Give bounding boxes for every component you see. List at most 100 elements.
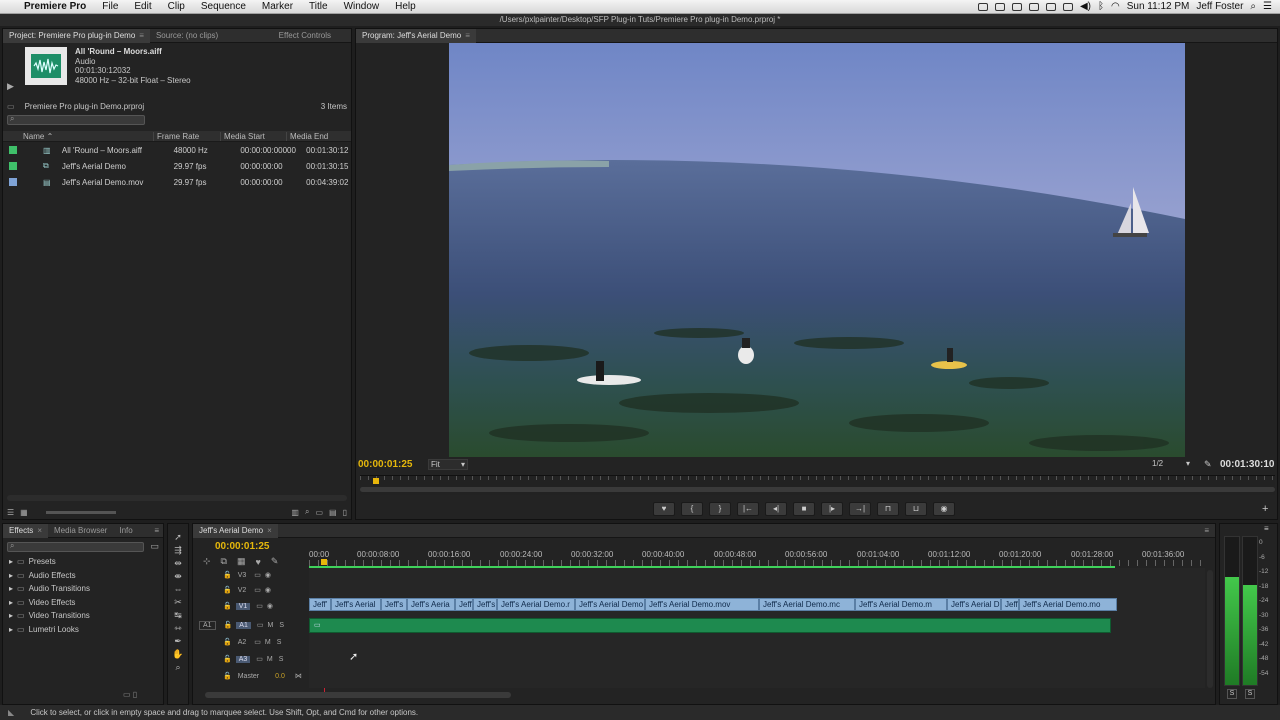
go-to-out-button[interactable]: →| [849, 502, 871, 516]
menu-marker[interactable]: Marker [254, 1, 301, 12]
zoom-slider[interactable] [45, 510, 116, 514]
track-area[interactable]: Jeff' Jeff's Aerial Jeff's Jeff's Aeria … [309, 568, 1205, 688]
menu-clip[interactable]: Clip [160, 1, 193, 12]
tab-sequence[interactable]: Jeff's Aerial Demo × [193, 523, 278, 538]
video-clip[interactable]: Jeff's Aerial Demo [575, 598, 645, 611]
sync-icon[interactable]: ▭ [256, 655, 263, 663]
menu-clock[interactable]: Sun 11:12 PM [1127, 1, 1190, 12]
menu-title[interactable]: Title [301, 1, 336, 12]
new-bin-icon[interactable]: ▭ [315, 508, 323, 517]
eye-icon[interactable]: ◉ [265, 571, 271, 579]
extract-button[interactable]: ⊔ [905, 502, 927, 516]
new-bin-icon[interactable]: ▭ [123, 690, 131, 699]
stop-button[interactable]: ■ [793, 502, 815, 516]
lock-icon[interactable]: 🔓 [223, 638, 232, 646]
mute-button[interactable]: M [267, 622, 273, 629]
track-a1[interactable]: A1 🔓 A1 ▭ M S [193, 617, 284, 633]
find-icon[interactable]: ⌕ [305, 507, 309, 517]
status-icon-3[interactable] [1011, 2, 1022, 11]
panel-menu-icon[interactable]: ≡ [154, 526, 159, 535]
spotlight-icon[interactable]: ⌕ [1250, 1, 1256, 12]
play-icon[interactable]: ▶ [7, 81, 25, 92]
trash-icon[interactable]: ▯ [343, 508, 347, 517]
tab-program[interactable]: Program: Jeff's Aerial Demo ≡ [356, 28, 476, 43]
timeline-hscrollbar[interactable] [205, 692, 511, 698]
lock-icon[interactable]: 🔓 [223, 586, 232, 594]
razor-tool-icon[interactable]: ✂ [172, 596, 184, 608]
video-clip[interactable]: Jeff's [381, 598, 407, 611]
track-select-tool-icon[interactable]: ⇶ [172, 544, 184, 556]
menu-sequence[interactable]: Sequence [193, 1, 254, 12]
menu-window[interactable]: Window [336, 1, 388, 12]
mute-button[interactable]: M [267, 656, 273, 663]
icon-view-icon[interactable]: ▦ [20, 508, 28, 517]
solo-button[interactable]: S [279, 622, 284, 629]
program-time-ruler[interactable] [360, 475, 1275, 495]
timeline-playhead[interactable] [321, 559, 327, 565]
master-volume-value[interactable]: 0.0 [275, 673, 285, 680]
add-marker-icon[interactable]: ♥ [256, 557, 261, 567]
effects-search-input[interactable]: ⌕ [7, 541, 145, 552]
program-video-frame[interactable] [449, 43, 1185, 457]
close-icon[interactable]: × [267, 526, 272, 535]
solo-button[interactable]: S [277, 639, 282, 646]
solo-button[interactable]: S [279, 656, 284, 663]
column-name[interactable]: Name ⌃ [3, 132, 153, 141]
tab-source[interactable]: Source: (no clips) [150, 29, 224, 43]
program-current-timecode[interactable]: 00:00:01:25 [358, 459, 412, 470]
folder-presets[interactable]: ▸ ▭ Presets [9, 555, 163, 569]
list-item[interactable]: ▥ All 'Round – Moors.aiff 48000 Hz 00:00… [3, 142, 351, 158]
step-back-button[interactable]: ◂| [765, 502, 787, 516]
eye-icon[interactable]: ◉ [265, 586, 271, 594]
nest-icon[interactable]: ▦ [237, 556, 246, 567]
export-frame-button[interactable]: ◉ [933, 502, 955, 516]
ripple-edit-tool-icon[interactable]: ⇹ [172, 557, 184, 569]
rate-stretch-tool-icon[interactable]: ⇔ [172, 583, 184, 595]
track-v2[interactable]: 🔓 V2 ▭ ◉ [193, 582, 271, 598]
folder-audio-effects[interactable]: ▸ ▭ Audio Effects [9, 569, 163, 583]
video-clip[interactable]: Jeff's Aerial Demo.mo [1019, 598, 1117, 611]
track-v3[interactable]: 🔓 V3 ▭ ◉ [193, 568, 271, 582]
automate-icon[interactable]: ▥ [291, 508, 299, 517]
meter-solo-left[interactable]: S [1227, 689, 1237, 699]
video-clip[interactable]: Jeff's [473, 598, 497, 611]
sync-icon[interactable]: ▭ [254, 638, 261, 646]
list-item[interactable]: ⧉ Jeff's Aerial Demo 29.97 fps 00:00:00:… [3, 158, 351, 174]
video-clip[interactable]: Jeff's Aerial [331, 598, 381, 611]
menu-app-name[interactable]: Premiere Pro [16, 1, 94, 12]
keyframe-icon[interactable]: ⋈ [295, 672, 302, 680]
lock-icon[interactable]: 🔓 [223, 672, 232, 680]
project-search-input[interactable]: ⌕ [7, 114, 145, 125]
time-ruler[interactable]: 00:00 00:00:08:00 00:00:16:00 00:00:24:0… [309, 550, 1205, 568]
list-icon[interactable]: ☰ [1263, 1, 1272, 12]
zoom-tool-icon[interactable]: ⌕ [172, 661, 184, 673]
list-item[interactable]: ▤ Jeff's Aerial Demo.mov 29.97 fps 00:00… [3, 174, 351, 190]
video-clip[interactable]: Jeff' [309, 598, 331, 611]
mute-button[interactable]: M [265, 639, 271, 646]
close-icon[interactable]: × [37, 526, 42, 535]
track-a3[interactable]: 🔓 A3 ▭ M S [193, 651, 283, 667]
column-media-start[interactable]: Media Start [220, 131, 286, 141]
folder-lumetri-looks[interactable]: ▸ ▭ Lumetri Looks [9, 623, 163, 637]
slip-tool-icon[interactable]: ↹ [172, 609, 184, 621]
video-clip[interactable]: Jeff's Aerial Demo.m [855, 598, 947, 611]
sync-icon[interactable]: ▭ [254, 571, 261, 579]
menu-user[interactable]: Jeff Foster [1196, 1, 1243, 12]
lock-icon[interactable]: 🔓 [223, 571, 232, 579]
timeline-settings-wrench-icon[interactable]: ✎ [271, 556, 279, 567]
step-forward-button[interactable]: |▸ [821, 502, 843, 516]
close-icon[interactable]: ≡ [139, 31, 144, 40]
lock-icon[interactable]: 🔓 [224, 621, 233, 629]
tab-effects[interactable]: Effects × [3, 523, 48, 538]
video-clip[interactable]: Jeff's Aerial Demo.mov [645, 598, 759, 611]
list-view-icon[interactable]: ☰ [7, 508, 14, 517]
wifi-icon[interactable]: ◠ [1111, 1, 1120, 12]
video-clip[interactable]: Jeff's Aerial Demo.r [497, 598, 575, 611]
slide-tool-icon[interactable]: ⇿ [172, 622, 184, 634]
project-hscrollbar[interactable] [7, 495, 347, 501]
source-patch[interactable]: A1 [199, 620, 216, 630]
menu-edit[interactable]: Edit [126, 1, 159, 12]
folder-audio-transitions[interactable]: ▸ ▭ Audio Transitions [9, 582, 163, 596]
disclosure-triangle-icon[interactable]: ▸ [9, 571, 13, 580]
bluetooth-icon[interactable]: ᛒ [1098, 1, 1104, 12]
